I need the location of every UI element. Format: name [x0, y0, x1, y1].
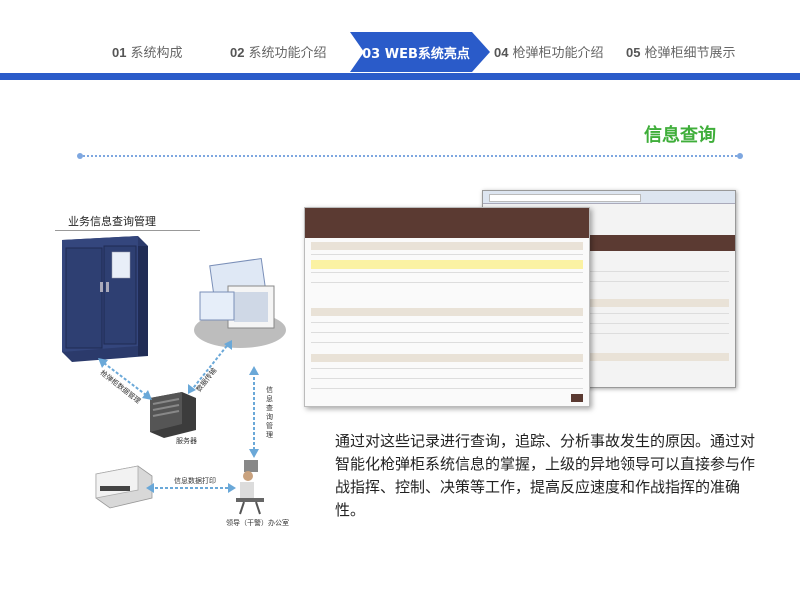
screen-header-bar [305, 208, 589, 238]
screen-row-highlighted [311, 260, 583, 269]
screen-section-bar [311, 242, 583, 250]
nav-item-web-highlights[interactable]: 03 WEB系统亮点 [350, 32, 490, 72]
software-screens-icon [194, 257, 286, 348]
arrow-label-info-query: 信息查询管理 [266, 386, 273, 439]
dotted-divider [77, 153, 743, 159]
screen-line [311, 282, 583, 283]
printer-icon [95, 465, 153, 509]
nav-item-number: 04 [494, 45, 509, 60]
screen-line [311, 332, 583, 333]
nav-item-number: 03 [362, 47, 381, 62]
screen-section-bar [311, 354, 583, 362]
flow-arrows [99, 341, 255, 489]
screen-line [311, 254, 583, 255]
screen-line [311, 342, 583, 343]
screen-close-button [571, 394, 583, 402]
arrow-label-data-transfer: 数据传输 [194, 366, 219, 394]
nav-underline-bar [0, 73, 800, 80]
nav-item-label: 枪弹柜细节展示 [644, 46, 736, 61]
screen-line [311, 272, 583, 273]
nav-item-cabinet-details[interactable]: 05 枪弹柜细节展示 [626, 42, 735, 61]
nav-item-number: 01 [112, 45, 127, 60]
section-title: 信息查询 [644, 125, 716, 146]
top-navigation: 01 系统构成 02 系统功能介绍 03 WEB系统亮点 04 枪弹柜功能介绍 05 枪… [0, 0, 800, 82]
nav-item-function-intro[interactable]: 02 系统功能介绍 [230, 42, 326, 61]
office-label: 领导（干警）办公室 [226, 519, 289, 527]
nav-item-system-composition[interactable]: 01 系统构成 [112, 42, 182, 61]
diagram-title-underline [55, 230, 200, 231]
nav-item-label: WEB系统亮点 [384, 47, 470, 62]
screen-line [311, 322, 583, 323]
nav-item-label-active: 03 WEB系统亮点 [350, 43, 482, 62]
browser-address-bar [489, 194, 641, 202]
description-paragraph: 通过对这些记录进行查询，追踪、分析事故发生的原因。通过对智能化枪弹柜系统信息的掌… [335, 432, 756, 519]
detail-query-screenshot [304, 207, 590, 407]
nav-item-cabinet-function[interactable]: 04 枪弹柜功能介绍 [494, 42, 603, 61]
screen-line [311, 378, 583, 379]
server-label: 服务器 [176, 437, 197, 445]
screen-line [311, 388, 583, 389]
arrow-label-cabinet-data: 枪弹柜数据管理 [98, 368, 142, 406]
operator-person-icon [236, 460, 264, 515]
gun-cabinet-icon [62, 236, 148, 362]
nav-item-number: 02 [230, 45, 245, 60]
nav-item-label: 枪弹柜功能介绍 [512, 46, 604, 61]
screen-line [311, 368, 583, 369]
nav-item-number: 05 [626, 45, 641, 60]
screen-section-bar [311, 308, 583, 316]
nav-item-label: 系统构成 [130, 46, 183, 61]
arrow-label-print: 信息数据打印 [174, 477, 216, 485]
nav-item-label: 系统功能介绍 [248, 46, 327, 61]
diagram-title: 业务信息查询管理 [68, 215, 156, 228]
server-icon [150, 392, 196, 438]
